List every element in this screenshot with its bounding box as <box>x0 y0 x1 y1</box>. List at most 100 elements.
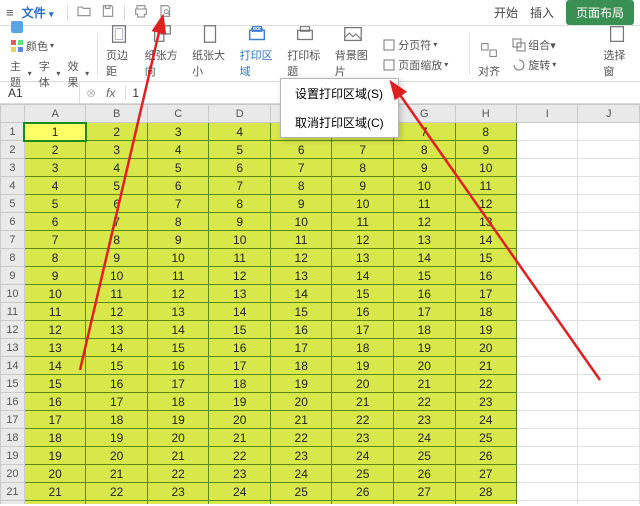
cell[interactable]: 18 <box>147 393 209 411</box>
cell[interactable]: 10 <box>332 195 394 213</box>
cell[interactable] <box>517 249 578 267</box>
cell[interactable]: 12 <box>270 249 332 267</box>
cell[interactable]: 27 <box>332 501 394 505</box>
cell[interactable]: 18 <box>455 303 517 321</box>
cell[interactable]: 25 <box>332 465 394 483</box>
cell[interactable]: 12 <box>209 267 271 285</box>
cell[interactable]: 12 <box>147 285 209 303</box>
cell[interactable]: 7 <box>209 177 271 195</box>
cell[interactable]: 13 <box>332 249 394 267</box>
cell[interactable]: 17 <box>86 393 148 411</box>
cell[interactable]: 22 <box>24 501 86 505</box>
cell[interactable] <box>517 393 578 411</box>
rotate-icon[interactable] <box>512 58 526 72</box>
cell[interactable] <box>578 501 640 505</box>
cell[interactable]: 12 <box>393 213 455 231</box>
cell[interactable]: 9 <box>209 213 271 231</box>
cell[interactable]: 8 <box>147 213 209 231</box>
select-pane-button[interactable]: 选择窗 <box>603 23 630 79</box>
cell[interactable]: 9 <box>24 267 86 285</box>
cell[interactable]: 14 <box>393 249 455 267</box>
cell[interactable] <box>517 267 578 285</box>
scale-icon[interactable] <box>382 58 396 72</box>
cell[interactable]: 8 <box>24 249 86 267</box>
cell[interactable]: 26 <box>455 447 517 465</box>
cell[interactable]: 16 <box>147 357 209 375</box>
cell[interactable] <box>517 447 578 465</box>
cell[interactable]: 22 <box>147 465 209 483</box>
cell[interactable]: 19 <box>455 321 517 339</box>
tab-start[interactable]: 开始 <box>494 4 518 21</box>
cell[interactable]: 4 <box>86 159 148 177</box>
row-header[interactable]: 21 <box>1 483 25 501</box>
col-header-H[interactable]: H <box>455 105 517 123</box>
cell[interactable] <box>578 447 640 465</box>
cell[interactable]: 20 <box>393 357 455 375</box>
cell[interactable]: 23 <box>209 465 271 483</box>
cell[interactable]: 22 <box>332 411 394 429</box>
cell[interactable]: 26 <box>332 483 394 501</box>
cell[interactable]: 21 <box>209 429 271 447</box>
cell[interactable]: 10 <box>24 285 86 303</box>
cell[interactable]: 16 <box>270 321 332 339</box>
cell[interactable]: 25 <box>455 429 517 447</box>
cell[interactable]: 22 <box>393 393 455 411</box>
cell[interactable] <box>517 429 578 447</box>
print-title-button[interactable]: 打印标题 <box>287 23 323 79</box>
row-header[interactable]: 4 <box>1 177 25 195</box>
cell[interactable]: 4 <box>209 123 271 141</box>
cell[interactable]: 9 <box>270 195 332 213</box>
fx-label[interactable]: fx <box>102 86 119 100</box>
margin-button[interactable]: 页边距 <box>106 23 133 79</box>
cell[interactable] <box>578 159 640 177</box>
cell[interactable]: 21 <box>332 393 394 411</box>
cell[interactable]: 11 <box>393 195 455 213</box>
cell[interactable] <box>578 231 640 249</box>
cell[interactable]: 20 <box>270 393 332 411</box>
row-header[interactable]: 16 <box>1 393 25 411</box>
cell[interactable]: 14 <box>270 285 332 303</box>
cell[interactable]: 10 <box>209 231 271 249</box>
cell[interactable]: 18 <box>332 339 394 357</box>
cell[interactable] <box>517 465 578 483</box>
set-print-area-item[interactable]: 设置打印区域(S) <box>281 79 398 108</box>
size-button[interactable]: 纸张大小 <box>192 23 228 79</box>
cell[interactable]: 6 <box>147 177 209 195</box>
cell[interactable]: 5 <box>24 195 86 213</box>
bg-image-button[interactable]: 背景图片 <box>335 23 371 79</box>
cell[interactable]: 21 <box>393 375 455 393</box>
cell[interactable]: 15 <box>86 357 148 375</box>
cell[interactable] <box>517 285 578 303</box>
row-header[interactable]: 18 <box>1 429 25 447</box>
cell[interactable]: 16 <box>455 267 517 285</box>
cell[interactable]: 19 <box>24 447 86 465</box>
cell[interactable]: 10 <box>270 213 332 231</box>
cell[interactable]: 14 <box>209 303 271 321</box>
row-header[interactable]: 15 <box>1 375 25 393</box>
cell[interactable]: 8 <box>86 231 148 249</box>
cell[interactable]: 15 <box>455 249 517 267</box>
cell[interactable]: 3 <box>147 123 209 141</box>
cell[interactable]: 18 <box>86 411 148 429</box>
cell[interactable]: 6 <box>86 195 148 213</box>
cell[interactable]: 15 <box>270 303 332 321</box>
cell[interactable] <box>578 141 640 159</box>
align-button[interactable]: 对齐 <box>478 39 500 79</box>
cell[interactable]: 6 <box>24 213 86 231</box>
cell[interactable]: 24 <box>332 447 394 465</box>
cell[interactable] <box>578 465 640 483</box>
cell[interactable]: 5 <box>86 177 148 195</box>
cell[interactable]: 11 <box>270 231 332 249</box>
cell[interactable]: 7 <box>86 213 148 231</box>
cell[interactable]: 28 <box>393 501 455 505</box>
cell[interactable]: 23 <box>147 483 209 501</box>
cell[interactable]: 8 <box>393 141 455 159</box>
cell[interactable]: 3 <box>24 159 86 177</box>
cell[interactable]: 22 <box>455 375 517 393</box>
cell[interactable]: 20 <box>455 339 517 357</box>
cell[interactable]: 11 <box>455 177 517 195</box>
cell[interactable]: 17 <box>24 411 86 429</box>
tab-page-layout[interactable]: 页面布局 <box>566 0 634 25</box>
cell[interactable] <box>517 123 578 141</box>
cell[interactable]: 24 <box>455 411 517 429</box>
